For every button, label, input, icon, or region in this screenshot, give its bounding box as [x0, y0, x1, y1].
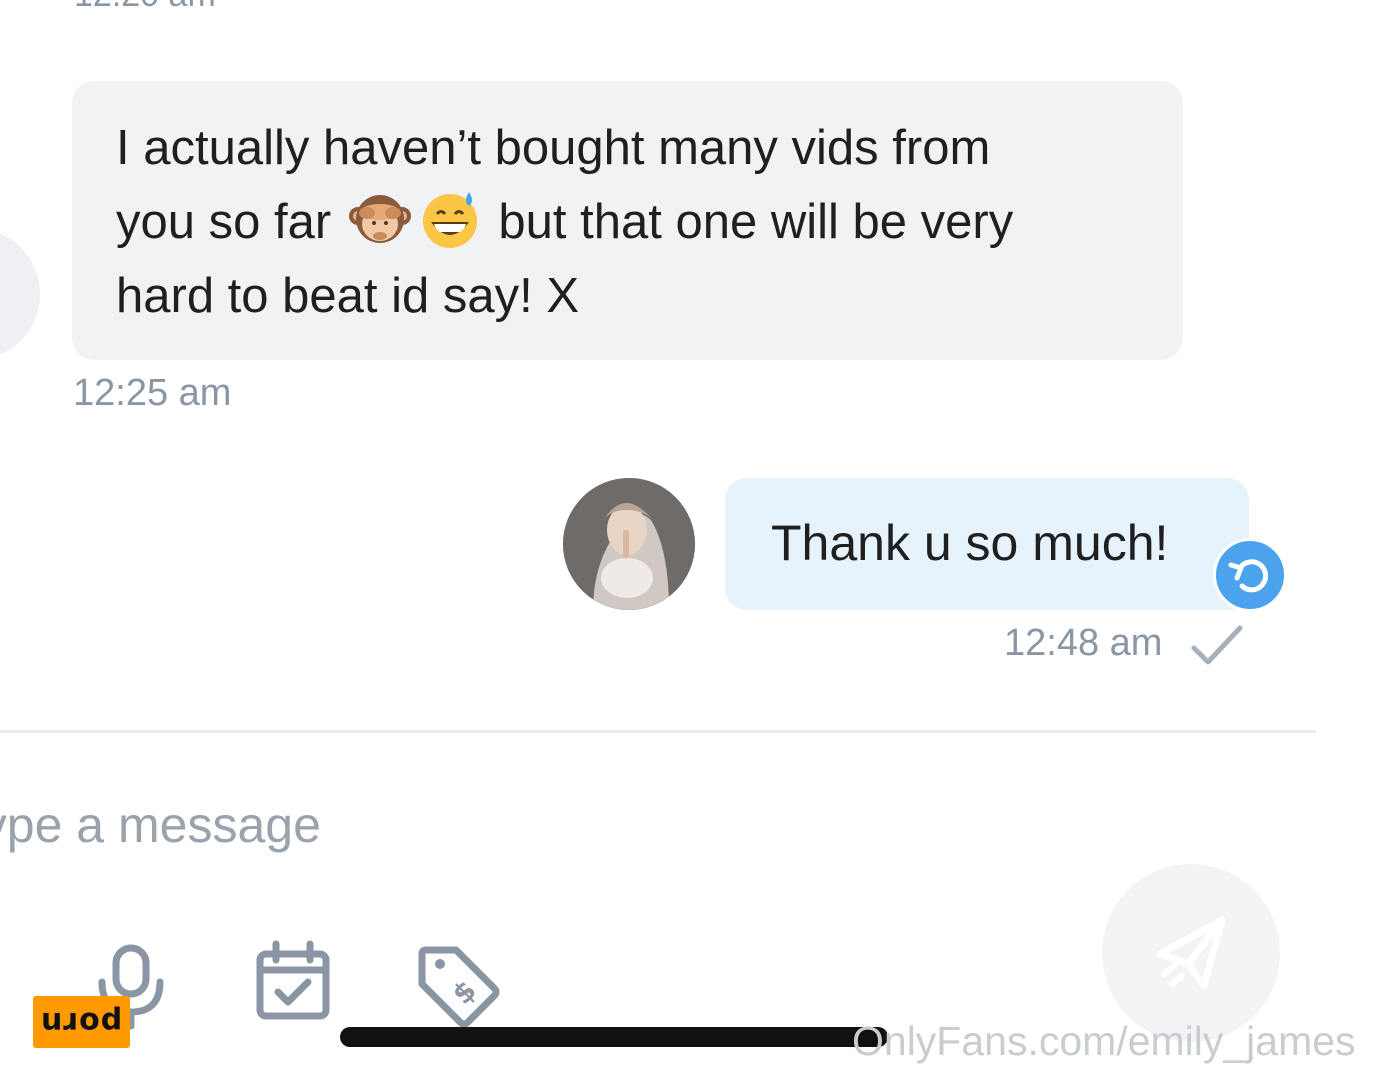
sent-message-bubble[interactable]: Thank u so much! [725, 478, 1249, 610]
see-no-evil-monkey-icon [347, 186, 413, 252]
send-icon [1156, 916, 1226, 990]
message-input[interactable] [0, 790, 954, 860]
watermark-badge-text: porn [40, 1004, 123, 1040]
received-text-line1: I actually haven’t bought many vids from [116, 121, 991, 175]
grinning-sweat-face-icon [417, 186, 483, 252]
chat-screen: 12:20 am I actually haven’t bought many … [0, 0, 1375, 1077]
undo-button[interactable] [1213, 538, 1287, 612]
send-button[interactable] [1102, 864, 1280, 1042]
received-message-text: I actually haven’t bought many vids from… [116, 111, 1139, 333]
received-text-line2-start: you so far [116, 195, 332, 249]
received-text-line3: hard to beat id say! X [116, 269, 580, 323]
price-tag-icon: $ [418, 946, 500, 1028]
calendar-check-icon [256, 940, 330, 1020]
received-message-bubble[interactable]: I actually haven’t bought many vids from… [72, 81, 1183, 360]
partner-avatar[interactable] [0, 228, 40, 360]
home-indicator[interactable] [340, 1027, 888, 1047]
check-icon [1191, 625, 1243, 665]
undo-icon [1228, 559, 1269, 593]
composer-divider [0, 730, 1316, 733]
sent-message-text: Thank u so much! [771, 515, 1169, 571]
previous-message-time: 12:20 am [74, 0, 216, 15]
sent-message-time: 12:48 am [1004, 622, 1163, 664]
sender-avatar[interactable] [563, 478, 695, 610]
svg-text:$: $ [446, 974, 483, 1011]
schedule-button[interactable] [248, 940, 338, 1030]
watermark-badge: porn [33, 996, 130, 1048]
received-text-line2-end: but that one will be very [498, 195, 1014, 249]
received-message-time: 12:25 am [73, 372, 232, 414]
price-button[interactable]: $ [412, 940, 502, 1030]
watermark-url: OnlyFans.com/emily_james [852, 1018, 1356, 1064]
